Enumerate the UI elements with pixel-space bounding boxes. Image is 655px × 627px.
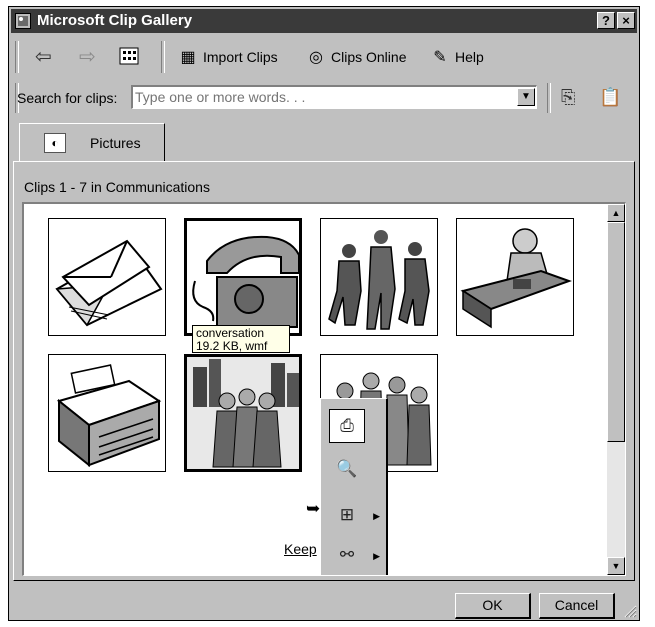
clip-popup-menu: ⎙ 🔍 ⊞ ▶ ⚯ ▶	[320, 398, 388, 575]
search-combobox[interactable]: ▼	[131, 85, 537, 109]
pictures-panel: Clips 1 - 7 in Communications conversati…	[13, 161, 635, 581]
window-title: Microsoft Clip Gallery	[37, 12, 193, 29]
toolbar: ⇦ ⇨ ▦ Import Clips ◎ Clips Online ✎ Help	[13, 37, 635, 77]
import-clips-icon: ▦	[180, 49, 196, 66]
forward-arrow-icon[interactable]: ⇨	[79, 45, 96, 69]
clip-thumbnail-office[interactable]	[456, 218, 574, 336]
import-clips-button[interactable]: ▦ Import Clips	[177, 45, 278, 69]
add-to-category-arrow-icon: ▶	[373, 511, 380, 521]
curved-arrow-icon: ➥	[306, 499, 321, 518]
find-similar-arrow-icon: ▶	[373, 551, 380, 561]
add-to-category-icon[interactable]: ⊞	[329, 499, 365, 533]
pictures-tab-icon: ◐	[44, 133, 66, 153]
toolbar-separator	[161, 41, 165, 73]
tab-pictures-label: Pictures	[90, 135, 141, 151]
paste-icon[interactable]: 📋	[599, 85, 621, 109]
close-button[interactable]: ×	[617, 12, 635, 29]
search-row: Search for clips: ▼ ⎘ 📋	[13, 81, 635, 115]
toolbar-grip	[15, 41, 19, 73]
clips-area: conversation 19.2 KB, wmf ➥ Keep ⎙ 🔍 ⊞ ▶…	[22, 202, 626, 576]
cancel-button[interactable]: Cancel	[539, 593, 615, 619]
clip-thumbnail-typewriter[interactable]	[48, 354, 166, 472]
clip-gallery-app-icon	[15, 13, 31, 29]
ok-button[interactable]: OK	[455, 593, 531, 619]
clips-online-label: Clips Online	[331, 49, 407, 65]
vertical-scrollbar[interactable]: ▲ ▼	[607, 204, 625, 575]
back-arrow-icon[interactable]: ⇦	[35, 45, 52, 69]
scroll-up-button[interactable]: ▲	[607, 204, 625, 222]
help-titlebar-button[interactable]: ?	[597, 12, 615, 29]
scroll-down-button[interactable]: ▼	[607, 557, 625, 575]
resize-grip-icon[interactable]	[623, 604, 637, 618]
search-label: Search for clips:	[17, 90, 118, 106]
clips-header: Clips 1 - 7 in Communications	[24, 179, 210, 195]
insert-clip-icon[interactable]: ⎙	[329, 409, 365, 443]
clips-online-icon: ◎	[309, 49, 323, 66]
scroll-thumb[interactable]	[607, 222, 625, 442]
clip-gallery-window: Microsoft Clip Gallery ? × ⇦ ⇨ ▦ Import C…	[8, 6, 640, 621]
title-bar: Microsoft Clip Gallery ? ×	[11, 9, 637, 33]
search-dropdown-button[interactable]: ▼	[517, 88, 535, 106]
clips-online-button[interactable]: ◎ Clips Online	[305, 45, 406, 69]
search-separator	[547, 83, 551, 113]
clip-thumbnail-telephone[interactable]	[184, 218, 302, 336]
tooltip-clip-info: 19.2 KB, wmf	[196, 339, 268, 353]
search-input[interactable]	[133, 87, 517, 107]
help-button[interactable]: ✎ Help	[429, 45, 484, 69]
help-icon: ✎	[433, 49, 447, 66]
help-label: Help	[455, 49, 484, 65]
all-categories-icon[interactable]	[119, 47, 139, 71]
preview-clip-icon[interactable]: 🔍	[329, 453, 365, 487]
copy-icon[interactable]: ⎘	[561, 85, 575, 109]
clip-tooltip: conversation 19.2 KB, wmf	[192, 325, 290, 353]
clip-thumbnail-envelopes[interactable]	[48, 218, 166, 336]
tab-pictures[interactable]: ◐ Pictures	[19, 123, 165, 161]
import-clips-label: Import Clips	[203, 49, 278, 65]
find-similar-icon[interactable]: ⚯	[329, 539, 365, 573]
clip-thumbnail-conversation[interactable]	[184, 354, 302, 472]
keep-link-partial[interactable]: Keep	[284, 541, 317, 557]
clip-thumbnail-people[interactable]	[320, 218, 438, 336]
